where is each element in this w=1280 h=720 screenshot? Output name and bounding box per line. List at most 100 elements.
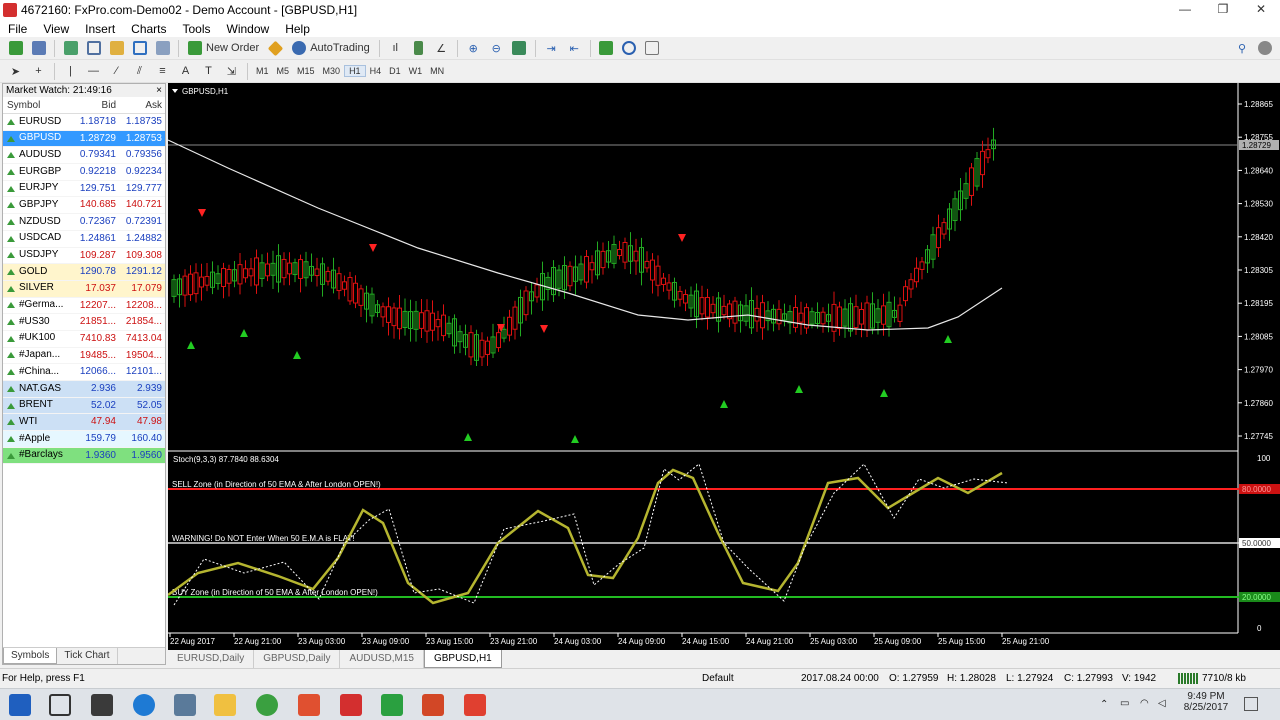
text-label-button[interactable]: T [199, 62, 218, 81]
periods-button[interactable] [620, 39, 639, 58]
camtasia-recorder-icon[interactable] [381, 694, 403, 716]
fxpro-icon[interactable] [340, 694, 362, 716]
menu-view[interactable]: View [35, 22, 77, 36]
market-watch-row[interactable]: #US30 21851... 21854... [3, 314, 165, 331]
zoom-in-button[interactable]: ⊕ [464, 39, 483, 58]
trendline-button[interactable]: ⁄ [107, 62, 126, 81]
templates-button[interactable] [643, 39, 662, 58]
horizontal-line-button[interactable]: — [84, 62, 103, 81]
chart-tab-gbpusd-daily[interactable]: GBPUSD,Daily [254, 650, 341, 668]
chart-tab-gbpusd-h1[interactable]: GBPUSD,H1 [423, 650, 502, 668]
timeframe-m30[interactable]: M30 [319, 66, 345, 76]
search-icon[interactable]: ⚲ [1238, 42, 1246, 55]
powerpoint-icon[interactable] [422, 694, 444, 716]
market-watch-row[interactable]: AUDUSD 0.79341 0.79356 [3, 147, 165, 165]
tile-windows-button[interactable] [510, 39, 529, 58]
app-icon[interactable] [174, 694, 196, 716]
vertical-line-button[interactable]: | [61, 62, 80, 81]
camtasia-icon[interactable] [256, 694, 278, 716]
menu-insert[interactable]: Insert [77, 22, 123, 36]
market-watch-row[interactable]: GBPJPY 140.685 140.721 [3, 197, 165, 215]
market-watch-row[interactable]: USDCAD 1.24861 1.24882 [3, 230, 165, 248]
market-watch-row[interactable]: #China... 12066... 12101... [3, 364, 165, 381]
timeframe-m5[interactable]: M5 [273, 66, 294, 76]
menu-file[interactable]: File [0, 22, 35, 36]
market-watch-row[interactable]: NZDUSD 0.72367 0.72391 [3, 214, 165, 231]
zoom-out-button[interactable]: ⊖ [487, 39, 506, 58]
text-button[interactable]: A [176, 62, 195, 81]
store-icon[interactable] [91, 694, 113, 716]
close-button[interactable]: ✕ [1242, 0, 1280, 20]
column-symbol[interactable]: Symbol [3, 97, 73, 113]
tray-wifi-icon[interactable]: ◠ [1140, 698, 1149, 709]
arrows-button[interactable]: ⇲ [222, 62, 241, 81]
timeframe-w1[interactable]: W1 [405, 66, 427, 76]
market-watch-row[interactable]: #Barclays 1.9360 1.9560 [3, 447, 165, 465]
edge-icon[interactable] [133, 694, 155, 716]
auto-scroll-button[interactable]: ⇤ [565, 39, 584, 58]
market-watch-row[interactable]: GBPUSD 1.28729 1.28753 [3, 130, 165, 148]
menu-tools[interactable]: Tools [175, 22, 219, 36]
market-watch-close-button[interactable]: × [156, 84, 162, 97]
navigator-button[interactable] [107, 39, 126, 58]
profiles-button[interactable] [29, 39, 48, 58]
tray-volume-icon[interactable]: ◁ [1158, 698, 1166, 709]
tester-button[interactable] [153, 39, 172, 58]
market-watch-row[interactable]: #Japan... 19485... 19504... [3, 347, 165, 365]
tray-clock[interactable]: 9:49 PM 8/25/2017 [1178, 691, 1234, 713]
market-watch-row[interactable]: BRENT 52.02 52.05 [3, 397, 165, 415]
file-explorer-icon[interactable] [214, 694, 236, 716]
timeframe-mn[interactable]: MN [426, 66, 448, 76]
market-watch-row[interactable]: SILVER 17.037 17.079 [3, 280, 165, 298]
channel-button[interactable]: ⫽ [130, 62, 149, 81]
chart-tab-eurusd-daily[interactable]: EURUSD,Daily [168, 650, 255, 668]
app-icon[interactable] [464, 694, 486, 716]
market-watch-row[interactable]: #Apple 159.79 160.40 [3, 431, 165, 448]
market-watch-row[interactable]: WTI 47.94 47.98 [3, 414, 165, 432]
tray-network-icon[interactable]: ▭ [1120, 698, 1129, 709]
bar-chart-button[interactable]: ıl [386, 39, 405, 58]
autotrading-button[interactable]: AutoTrading [289, 39, 373, 58]
metaeditor-button[interactable] [266, 39, 285, 58]
chart-window[interactable]: 1.28865 1.28755 1.28640 1.28530 1.28420 1.283… [168, 83, 1280, 650]
chart-shift-button[interactable]: ⇥ [542, 39, 561, 58]
windows-start-icon[interactable] [9, 694, 31, 716]
new-chart-button[interactable] [6, 39, 25, 58]
market-watch-row[interactable]: EURGBP 0.92218 0.92234 [3, 164, 165, 181]
market-watch-row[interactable]: #UK100 7410.83 7413.04 [3, 330, 165, 348]
menu-window[interactable]: Window [219, 22, 278, 36]
minimize-button[interactable]: — [1166, 0, 1204, 20]
menu-help[interactable]: Help [277, 22, 318, 36]
data-window-button[interactable] [84, 39, 103, 58]
terminal-button[interactable] [130, 39, 149, 58]
user-icon[interactable] [1258, 41, 1272, 55]
market-watch-button[interactable] [61, 39, 80, 58]
timeframe-h4[interactable]: H4 [366, 66, 386, 76]
crosshair-button[interactable]: + [29, 62, 48, 81]
line-chart-button[interactable]: ∠ [432, 39, 451, 58]
notifications-icon[interactable] [1244, 697, 1258, 711]
tab-symbols[interactable]: Symbols [3, 648, 58, 664]
timeframe-m15[interactable]: M15 [293, 66, 319, 76]
timeframe-h1[interactable]: H1 [344, 65, 366, 77]
tray-chevron-icon[interactable]: ⌃ [1100, 699, 1108, 710]
fibonacci-button[interactable]: ≡ [153, 62, 172, 81]
indicators-button[interactable] [597, 39, 616, 58]
new-order-button[interactable]: New Order [185, 39, 262, 58]
market-watch-row[interactable]: USDJPY 109.287 109.308 [3, 247, 165, 265]
cursor-button[interactable]: ➤ [6, 62, 25, 81]
market-watch-row[interactable]: EURJPY 129.751 129.777 [3, 180, 165, 198]
candlesticks-button[interactable] [409, 39, 428, 58]
market-watch-row[interactable]: GOLD 1290.78 1291.12 [3, 264, 165, 281]
task-view-icon[interactable] [49, 694, 71, 716]
market-watch-row[interactable]: #Germa... 12207... 12208... [3, 297, 165, 315]
chart-tab-audusd-m15[interactable]: AUDUSD,M15 [340, 650, 424, 668]
tab-tick-chart[interactable]: Tick Chart [57, 648, 118, 664]
restore-button[interactable]: ❐ [1204, 0, 1242, 20]
market-watch-row[interactable]: EURUSD 1.18718 1.18735 [3, 114, 165, 131]
timeframe-d1[interactable]: D1 [385, 66, 405, 76]
column-bid[interactable]: Bid [73, 97, 119, 113]
price-chart[interactable]: 1.288651.287551.286401.285301.284201.283… [168, 83, 1280, 650]
column-ask[interactable]: Ask [119, 97, 165, 113]
market-watch-row[interactable]: NAT.GAS 2.936 2.939 [3, 381, 165, 398]
